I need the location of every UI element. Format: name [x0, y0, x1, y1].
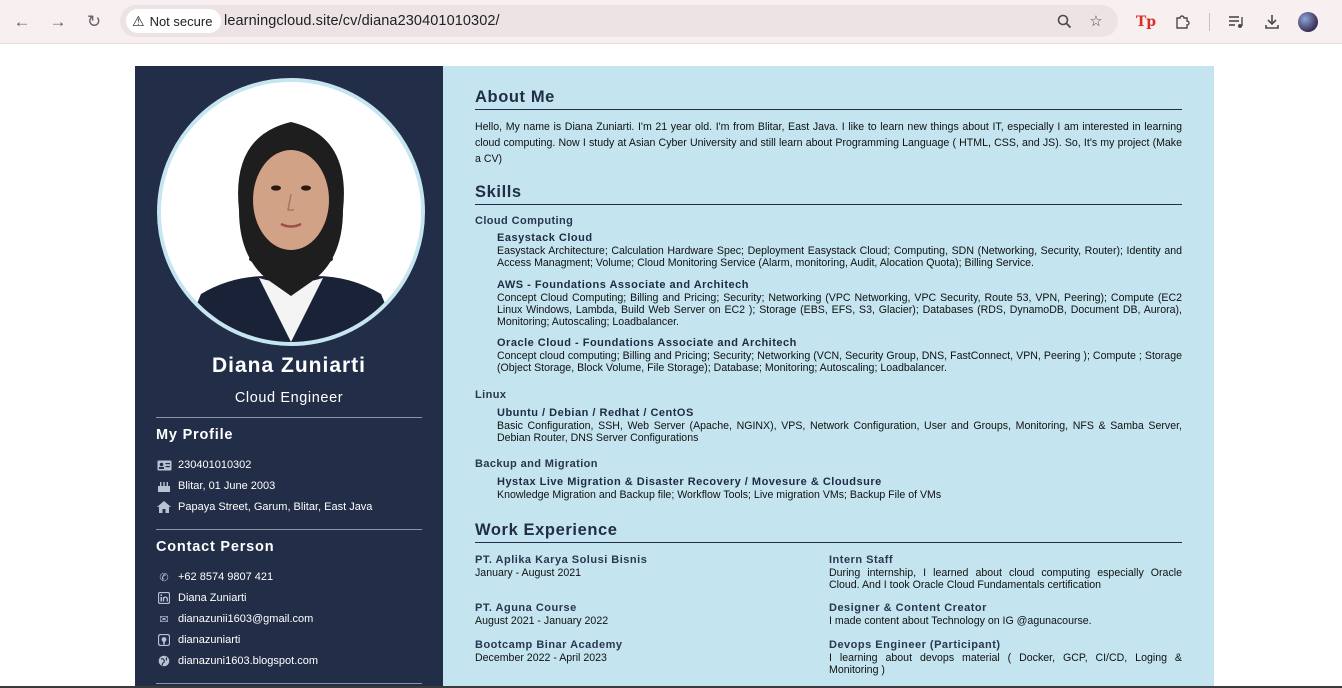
skill-item-title: Hystax Live Migration & Disaster Recover…: [497, 476, 882, 488]
about-title: About Me: [475, 88, 1182, 110]
profile-birth: Blitar, 01 June 2003: [156, 478, 275, 494]
security-chip[interactable]: ⚠ Not secure: [126, 9, 222, 33]
contact-email-text[interactable]: dianazunii1603@gmail.com: [178, 613, 313, 625]
profile-nim-text: 230401010302: [178, 459, 252, 471]
divider: [156, 683, 422, 684]
divider: [156, 529, 422, 530]
contact-blog[interactable]: dianazuni1603.blogspot.com: [156, 653, 318, 669]
work-position: Intern Staff: [829, 554, 894, 566]
skill-item-title: Ubuntu / Debian / Redhat / CentOS: [497, 407, 694, 419]
work-desc: I learning about devops material ( Docke…: [829, 652, 1182, 676]
contact-heading: Contact Person: [156, 539, 275, 555]
birthday-cake-icon: [156, 479, 172, 493]
url-text[interactable]: learningcloud.site/cv/diana230401010302/: [224, 13, 500, 29]
contact-linkedin[interactable]: Diana Zuniarti: [156, 590, 246, 606]
skill-item: Hystax Live Migration & Disaster Recover…: [497, 475, 1182, 501]
work-company-name: PT. Aplika Karya Solusi Bisnis: [475, 554, 648, 566]
work-desc: I made content about Technology on IG @a…: [829, 615, 1092, 627]
profile-nim: 230401010302: [156, 457, 251, 473]
skill-category: Cloud Computing: [475, 215, 574, 227]
main-content: About Me Hello, My name is Diana Zuniart…: [443, 66, 1214, 688]
work-company: Bootcamp Binar Academy December 2022 - A…: [475, 638, 828, 664]
work-role: Devops Engineer (Participant) I learning…: [829, 638, 1182, 676]
contact-linkedin-text[interactable]: Diana Zuniarti: [178, 592, 246, 604]
profile-name: Diana Zuniarti: [211, 354, 367, 377]
cv-container: Diana Zuniarti Cloud Engineer My Profile…: [135, 66, 1214, 688]
sidebar: Diana Zuniarti Cloud Engineer My Profile…: [135, 66, 443, 688]
reload-icon[interactable]: ↻: [80, 8, 108, 36]
skill-item-desc: Concept cloud computing; Billing and Pri…: [497, 350, 1182, 374]
skill-item-desc: Knowledge Migration and Backup file; Wor…: [497, 489, 942, 501]
work-title: Work Experience: [475, 521, 1182, 543]
id-card-icon: [156, 458, 172, 472]
skill-item-title: Oracle Cloud - Foundations Associate and…: [497, 337, 797, 349]
contact-phone: ✆ +62 8574 9807 421: [156, 569, 273, 585]
work-period: December 2022 - April 2023: [475, 652, 607, 664]
skills-title: Skills: [475, 183, 1182, 205]
contact-phone-text: +62 8574 9807 421: [178, 571, 274, 583]
work-role: Intern Staff During internship, I learne…: [829, 553, 1182, 591]
address-bar[interactable]: ⚠ Not secure learningcloud.site/cv/diana…: [120, 5, 1118, 37]
profile-address-text: Papaya Street, Garum, Blitar, East Java: [178, 501, 373, 513]
contact-blog-text[interactable]: dianazuni1603.blogspot.com: [178, 655, 318, 667]
contact-github-text[interactable]: dianazuniarti: [178, 634, 240, 646]
forward-icon[interactable]: →: [44, 8, 72, 36]
linkedin-icon: [156, 591, 172, 605]
work-company-name: PT. Aguna Course: [475, 602, 577, 614]
work-role: Designer & Content Creator I made conten…: [829, 601, 1182, 627]
skill-item: Oracle Cloud - Foundations Associate and…: [497, 336, 1182, 374]
skill-item-title: Easystack Cloud: [497, 232, 593, 244]
skill-item: Ubuntu / Debian / Redhat / CentOS Basic …: [497, 406, 1182, 444]
skill-item-title: AWS - Foundations Associate and Architec…: [497, 279, 749, 291]
skill-item: Easystack Cloud Easystack Architecture; …: [497, 231, 1182, 269]
back-icon[interactable]: ←: [8, 8, 36, 36]
browser-toolbar: ← → ↻ ⚠ Not secure learningcloud.site/cv…: [0, 0, 1342, 44]
skill-item-desc: Easystack Architecture; Calculation Hard…: [497, 245, 1182, 269]
skill-item-desc: Basic Configuration, SSH, Web Server (Ap…: [497, 420, 1182, 444]
skill-category: Linux: [475, 389, 507, 401]
divider: [156, 417, 422, 418]
work-company: PT. Aguna Course August 2021 - January 2…: [475, 601, 828, 627]
security-label: Not secure: [149, 13, 213, 29]
work-period: August 2021 - January 2022: [475, 615, 609, 627]
download-icon[interactable]: [1258, 8, 1286, 36]
skill-category: Backup and Migration: [475, 458, 598, 470]
email-icon: ✉: [159, 613, 169, 626]
about-text: Hello, My name is Diana Zuniarti. I'm 21…: [475, 121, 1182, 165]
work-period: January - August 2021: [475, 567, 582, 579]
toolbar-divider: [1209, 13, 1210, 31]
work-company: PT. Aplika Karya Solusi Bisnis January -…: [475, 553, 828, 579]
profile-address: Papaya Street, Garum, Blitar, East Java: [156, 499, 372, 515]
home-icon: [156, 500, 172, 514]
profile-role: Cloud Engineer: [234, 390, 344, 406]
contact-github[interactable]: dianazuniarti: [156, 632, 240, 648]
work-desc: During internship, I learned about cloud…: [829, 567, 1182, 591]
profile-avatar[interactable]: [1294, 8, 1322, 36]
playlist-icon[interactable]: [1222, 8, 1250, 36]
contact-email[interactable]: ✉ dianazunii1603@gmail.com: [156, 611, 313, 627]
puzzle-icon[interactable]: [1168, 8, 1196, 36]
zoom-icon[interactable]: [1052, 9, 1076, 33]
my-profile-heading: My Profile: [156, 427, 234, 443]
work-company-name: Bootcamp Binar Academy: [475, 639, 623, 651]
work-position: Devops Engineer (Participant): [829, 639, 1001, 651]
tp-extension-icon[interactable]: Tp: [1132, 8, 1160, 36]
skill-item: AWS - Foundations Associate and Architec…: [497, 278, 1182, 328]
star-icon[interactable]: ☆: [1084, 9, 1108, 33]
work-position: Designer & Content Creator: [829, 602, 987, 614]
profile-photo: [157, 78, 425, 346]
skill-item-desc: Concept Cloud Computing; Billing and Pri…: [497, 292, 1182, 328]
globe-icon: [156, 654, 172, 668]
phone-icon: ✆: [159, 571, 169, 584]
profile-birth-text: Blitar, 01 June 2003: [178, 480, 276, 492]
warning-icon: ⚠: [132, 12, 145, 29]
github-icon: [156, 633, 172, 647]
